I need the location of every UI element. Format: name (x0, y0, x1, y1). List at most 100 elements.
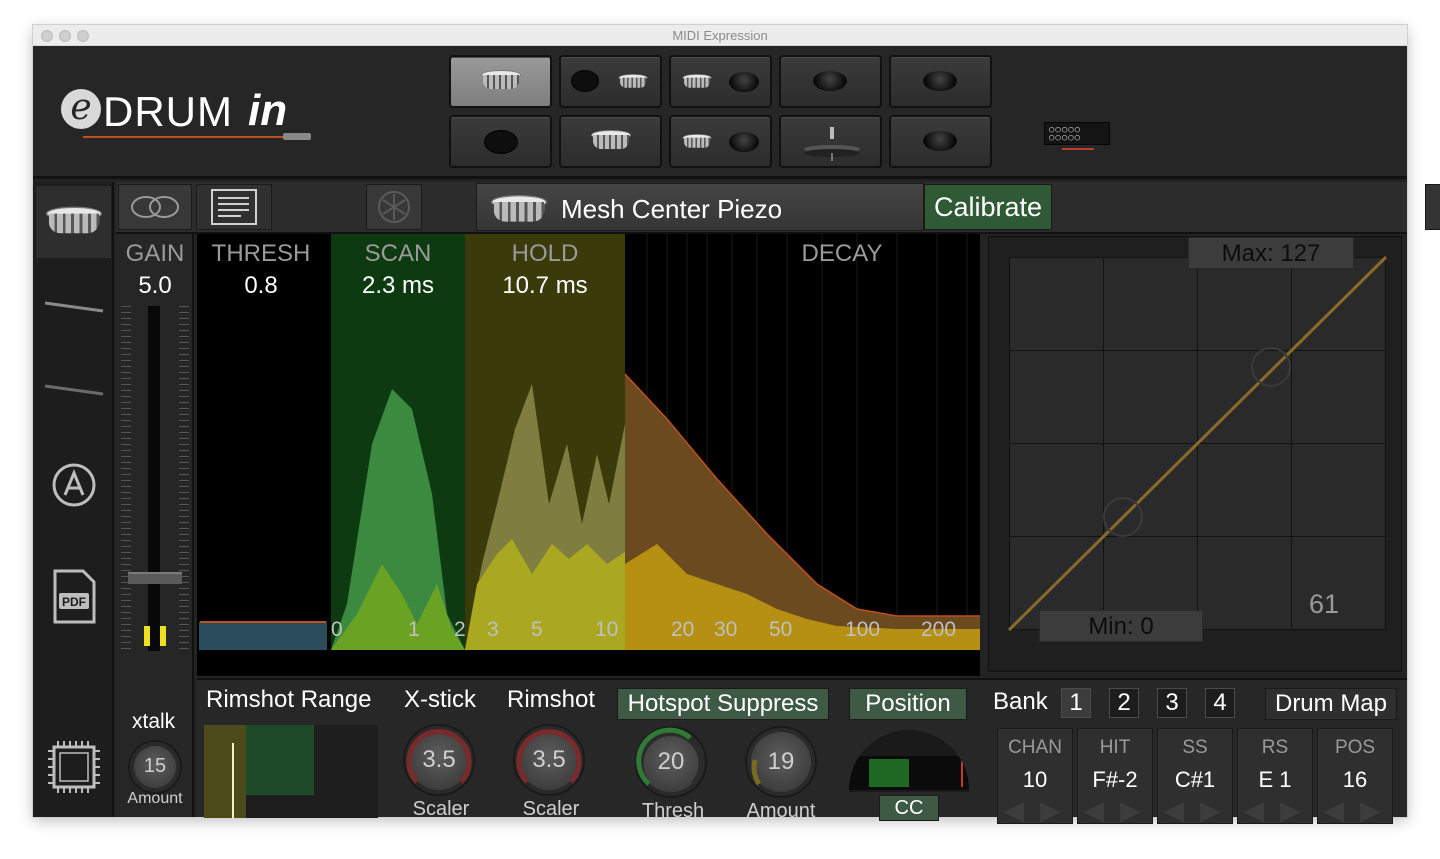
black-pad-icon (571, 70, 599, 92)
selected-pad-name-field[interactable]: Mesh Center Piezo (476, 183, 924, 231)
curve-max-label[interactable]: Max: 127 (1188, 237, 1354, 269)
snare-drum-icon (591, 130, 631, 152)
pad-button-2[interactable] (559, 55, 662, 108)
midi-hit-value: F#-2 (1092, 767, 1138, 792)
hotspot-amount-knob[interactable]: 19 (745, 726, 817, 798)
midi-hit-column[interactable]: HIT F#-2 ◀ ▶ (1077, 728, 1153, 826)
midi-ss-increment[interactable]: ▶ (1200, 795, 1220, 826)
tick-5: 5 (531, 618, 543, 641)
yamaha-mode-button[interactable] (366, 184, 422, 230)
rimshot-range-marker[interactable] (232, 743, 234, 818)
xtalk-amount-label: Amount (127, 790, 183, 807)
midi-pos-column[interactable]: POS 16 ◀ ▶ (1317, 728, 1393, 826)
gain-scale-left (121, 306, 131, 651)
rimshot-range-display[interactable] (204, 725, 378, 818)
position-cc-button[interactable]: CC (879, 795, 939, 821)
sidebar-item-stick[interactable] (36, 277, 111, 337)
sidebar-item-chip[interactable] (36, 732, 111, 802)
signal-graph[interactable]: THRESH 0.8 SCAN 2.3 ms HOLD 10.7 ms DECA… (197, 234, 980, 676)
link-rings-button[interactable] (118, 184, 192, 230)
bank-4-button[interactable]: 4 (1205, 688, 1235, 718)
logo-plug (283, 133, 311, 140)
hotspot-thresh-label: Thresh (641, 800, 705, 822)
gain-fader-track[interactable] (148, 306, 160, 651)
pad-button-9[interactable] (779, 115, 882, 168)
bank-1-button[interactable]: 1 (1061, 688, 1091, 718)
midi-rs-column[interactable]: RS E 1 ◀ ▶ (1237, 728, 1313, 826)
xtalk-label: xtalk (132, 710, 176, 733)
app-body: e DRUM in ○○○○○ ○○○○○ PDF Mesh Center Pi… (33, 46, 1440, 825)
pad-button-1[interactable] (449, 55, 552, 108)
cymbal-icon (729, 72, 759, 92)
pad-button-7[interactable] (559, 115, 662, 168)
sidebar-item-auto[interactable] (36, 452, 111, 518)
snare-drum-icon (481, 70, 521, 92)
position-button[interactable]: Position (849, 688, 967, 720)
refresh-button[interactable] (1425, 184, 1440, 230)
logo-cable (83, 136, 283, 138)
midi-hit-decrement[interactable]: ◀ (1084, 795, 1104, 826)
pad-button-10[interactable] (889, 115, 992, 168)
list-icon (211, 189, 257, 225)
pad-button-6[interactable] (449, 115, 552, 168)
midi-ss-decrement[interactable]: ◀ (1164, 795, 1184, 826)
edrumin-logo: e DRUM in (61, 86, 321, 146)
sidebar: PDF (33, 182, 114, 817)
xtalk-amount-knob[interactable]: 15 (128, 740, 182, 794)
tom-icon (682, 134, 712, 150)
midi-ss-column[interactable]: SS C#1 ◀ ▶ (1157, 728, 1233, 826)
pad-button-5[interactable] (889, 55, 992, 108)
rimshot-scaler-knob[interactable]: 3.5 (513, 724, 585, 796)
snare-drum-icon (491, 195, 547, 226)
midi-ss-header: SS (1182, 737, 1208, 758)
tick-30: 30 (714, 618, 738, 641)
midi-chan-decrement[interactable]: ◀ (1004, 795, 1024, 826)
pad-button-4[interactable] (779, 55, 882, 108)
gain-meter-right (160, 626, 166, 646)
midi-rs-decrement[interactable]: ◀ (1244, 795, 1264, 826)
midi-hit-increment[interactable]: ▶ (1120, 795, 1140, 826)
pad-button-8[interactable] (669, 115, 772, 168)
hold-label: HOLD (511, 240, 579, 267)
tick-1: 1 (408, 618, 420, 641)
midi-chan-column[interactable]: CHAN 10 ◀ ▶ (997, 728, 1073, 826)
gain-fader-thumb[interactable] (128, 572, 182, 584)
bottom-controls: Rimshot Range X-stick 3.5 Scaler Rimshot… (197, 678, 1407, 825)
tick-3: 3 (487, 618, 499, 641)
position-meter-fill (869, 759, 909, 787)
calibrate-button[interactable]: Calibrate (924, 184, 1052, 230)
linked-rings-icon (131, 196, 179, 218)
logo-in: in (248, 86, 288, 135)
pad-button-3[interactable] (669, 55, 772, 108)
midi-pos-decrement[interactable]: ◀ (1324, 795, 1344, 826)
hotspot-thresh-knob[interactable]: 20 (635, 726, 707, 798)
sidebar-item-pad[interactable] (36, 186, 111, 258)
tick-0: 0 (331, 618, 343, 641)
cymbal-icon (813, 71, 847, 91)
hotspot-suppress-button[interactable]: Hotspot Suppress (617, 688, 829, 720)
hotspot-thresh-value: 20 (657, 748, 685, 775)
hold-value: 10.7 ms (502, 272, 588, 299)
bank-3-button[interactable]: 3 (1157, 688, 1187, 718)
list-view-button[interactable] (196, 184, 272, 230)
drum-map-button[interactable]: Drum Map (1265, 688, 1397, 720)
curve-min-label[interactable]: Min: 0 (1039, 610, 1203, 642)
hihat-icon (804, 127, 860, 161)
midi-rs-increment[interactable]: ▶ (1280, 795, 1300, 826)
curve-current-value: 61 (1309, 589, 1340, 619)
midi-pos-increment[interactable]: ▶ (1360, 795, 1380, 826)
xstick-label: X-stick (404, 686, 476, 713)
sidebar-item-pdf[interactable]: PDF (36, 562, 111, 632)
rimshot-value: 3.5 (532, 746, 566, 773)
midi-chan-increment[interactable]: ▶ (1040, 795, 1060, 826)
sidebar-item-stick-2[interactable] (36, 360, 111, 420)
scan-label: SCAN (364, 240, 432, 267)
bank-2-button[interactable]: 2 (1109, 688, 1139, 718)
xstick-scaler-knob[interactable]: 3.5 (403, 724, 475, 796)
position-meter[interactable] (849, 730, 969, 792)
hotspot-amount-label: Amount (746, 800, 816, 822)
velocity-curve (1007, 255, 1388, 632)
cymbal-icon (923, 131, 957, 151)
velocity-curve-panel[interactable]: Max: 127 Min: 0 61 (988, 236, 1402, 672)
midi-rs-value: E 1 (1258, 767, 1292, 792)
